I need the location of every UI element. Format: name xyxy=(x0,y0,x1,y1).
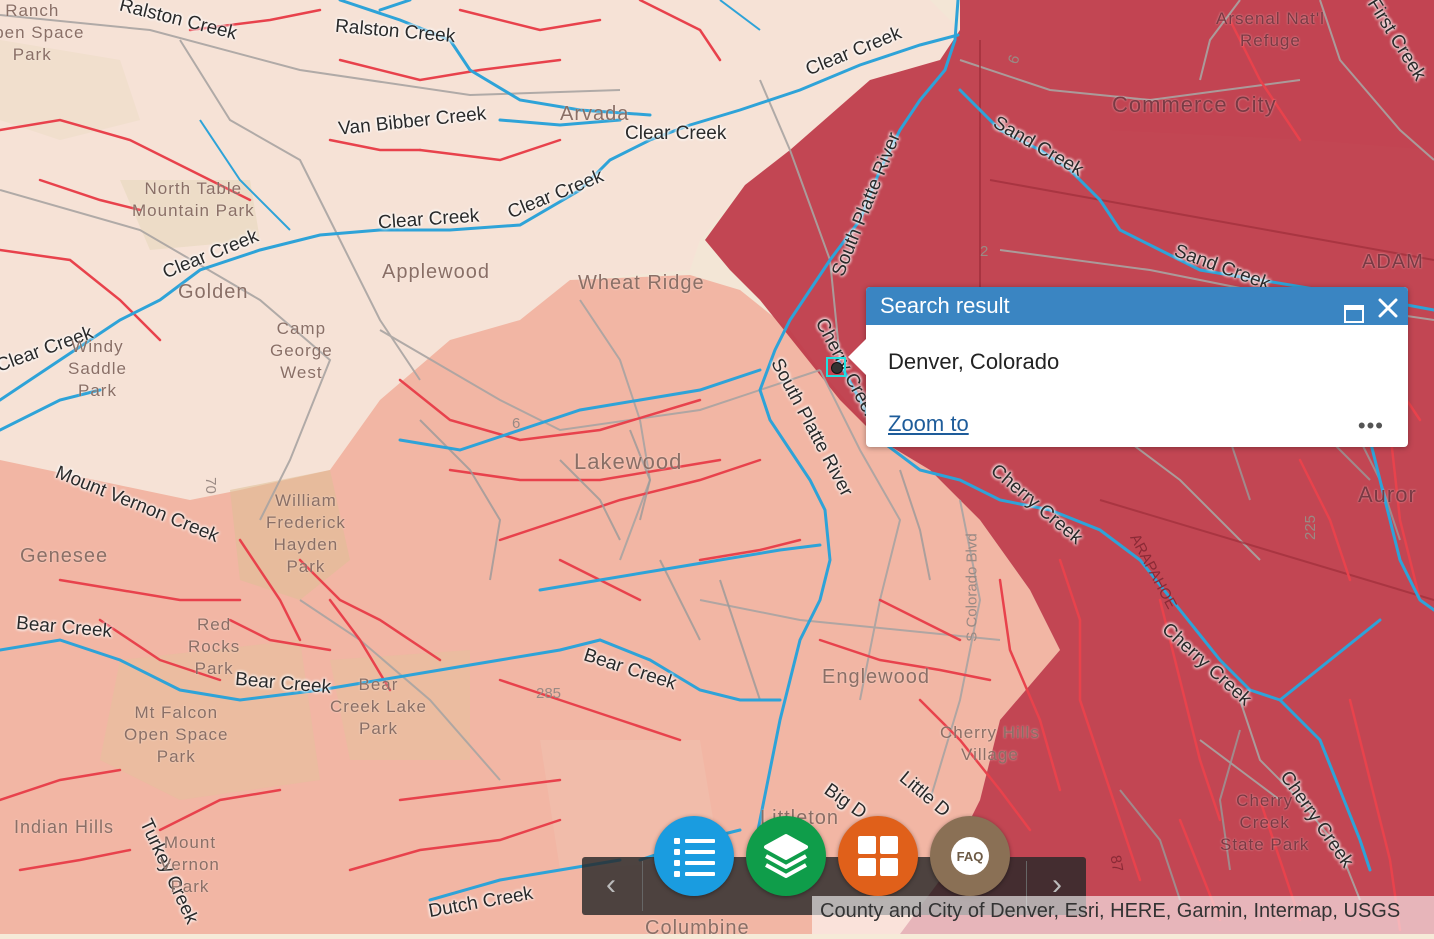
road-label: 6 xyxy=(512,415,521,432)
place-label: ADAM xyxy=(1362,251,1424,273)
park-label: Bear Creek Lake Park xyxy=(330,675,427,738)
road-label: S Colorado Blvd xyxy=(963,533,981,642)
place-label: Lakewood xyxy=(574,449,683,474)
park-label: Cherry Creek State Park xyxy=(1220,791,1310,854)
more-options-icon[interactable]: ••• xyxy=(1358,413,1384,439)
park-label: Camp George West xyxy=(270,319,333,382)
road-label: 87 xyxy=(1106,853,1127,874)
road-label: 70 xyxy=(201,477,219,494)
place-label: Columbine xyxy=(645,917,750,939)
park-label: Arsenal Nat'l Refuge xyxy=(1216,9,1325,50)
place-label: Wheat Ridge xyxy=(578,272,705,294)
layers-icon xyxy=(764,834,808,878)
creek-label: Clear Creek xyxy=(625,123,727,144)
park-label: William Frederick Hayden Park xyxy=(266,491,346,576)
park-label: Mount Vernon Park xyxy=(160,833,220,896)
basemap-button[interactable] xyxy=(838,816,918,896)
location-dot-icon xyxy=(831,362,843,374)
legend-button[interactable] xyxy=(654,816,734,896)
park-label: North Table Mountain Park xyxy=(132,179,255,220)
place-label: Applewood xyxy=(382,261,490,283)
prev-arrow-icon[interactable]: ‹ xyxy=(582,857,640,915)
zoom-to-link[interactable]: Zoom to xyxy=(888,411,969,437)
grid-icon xyxy=(858,836,898,876)
popup-content: Denver, Colorado xyxy=(888,349,1060,374)
place-label: Golden xyxy=(178,281,249,303)
road-label: 285 xyxy=(536,685,562,702)
place-label: Englewood xyxy=(822,666,930,688)
search-result-popup: Search result Denver, Colorado Zoom to •… xyxy=(848,287,1408,447)
place-label: Commerce City xyxy=(1112,92,1277,117)
faq-icon: FAQ xyxy=(951,837,989,875)
place-label: Genesee xyxy=(20,545,109,567)
popup-title: Search result xyxy=(880,293,1010,318)
search-result-marker[interactable] xyxy=(826,357,846,377)
close-icon[interactable] xyxy=(1376,294,1400,318)
park-label: Red Rocks Park xyxy=(188,615,241,678)
park-label: Windy Saddle Park xyxy=(68,337,127,400)
park-label: Mt Falcon Open Space Park xyxy=(124,703,229,766)
place-label: Arvada xyxy=(560,103,630,125)
map-attribution: County and City of Denver, Esri, HERE, G… xyxy=(812,896,1434,934)
place-label: Indian Hills xyxy=(14,817,115,837)
layers-button[interactable] xyxy=(746,816,826,896)
popup-header: Search result xyxy=(866,287,1408,325)
maximize-icon[interactable] xyxy=(1344,297,1364,323)
faq-label: FAQ xyxy=(957,849,984,864)
park-label: Cherry Hills Village xyxy=(940,723,1040,764)
popup-pointer xyxy=(848,339,866,375)
park-label: Ranch Open Space Park xyxy=(0,1,85,64)
faq-button[interactable]: FAQ xyxy=(930,816,1010,896)
divider xyxy=(642,861,643,911)
list-icon xyxy=(674,838,715,877)
place-label: Auror xyxy=(1358,482,1417,507)
road-label: 225 xyxy=(1302,514,1320,541)
